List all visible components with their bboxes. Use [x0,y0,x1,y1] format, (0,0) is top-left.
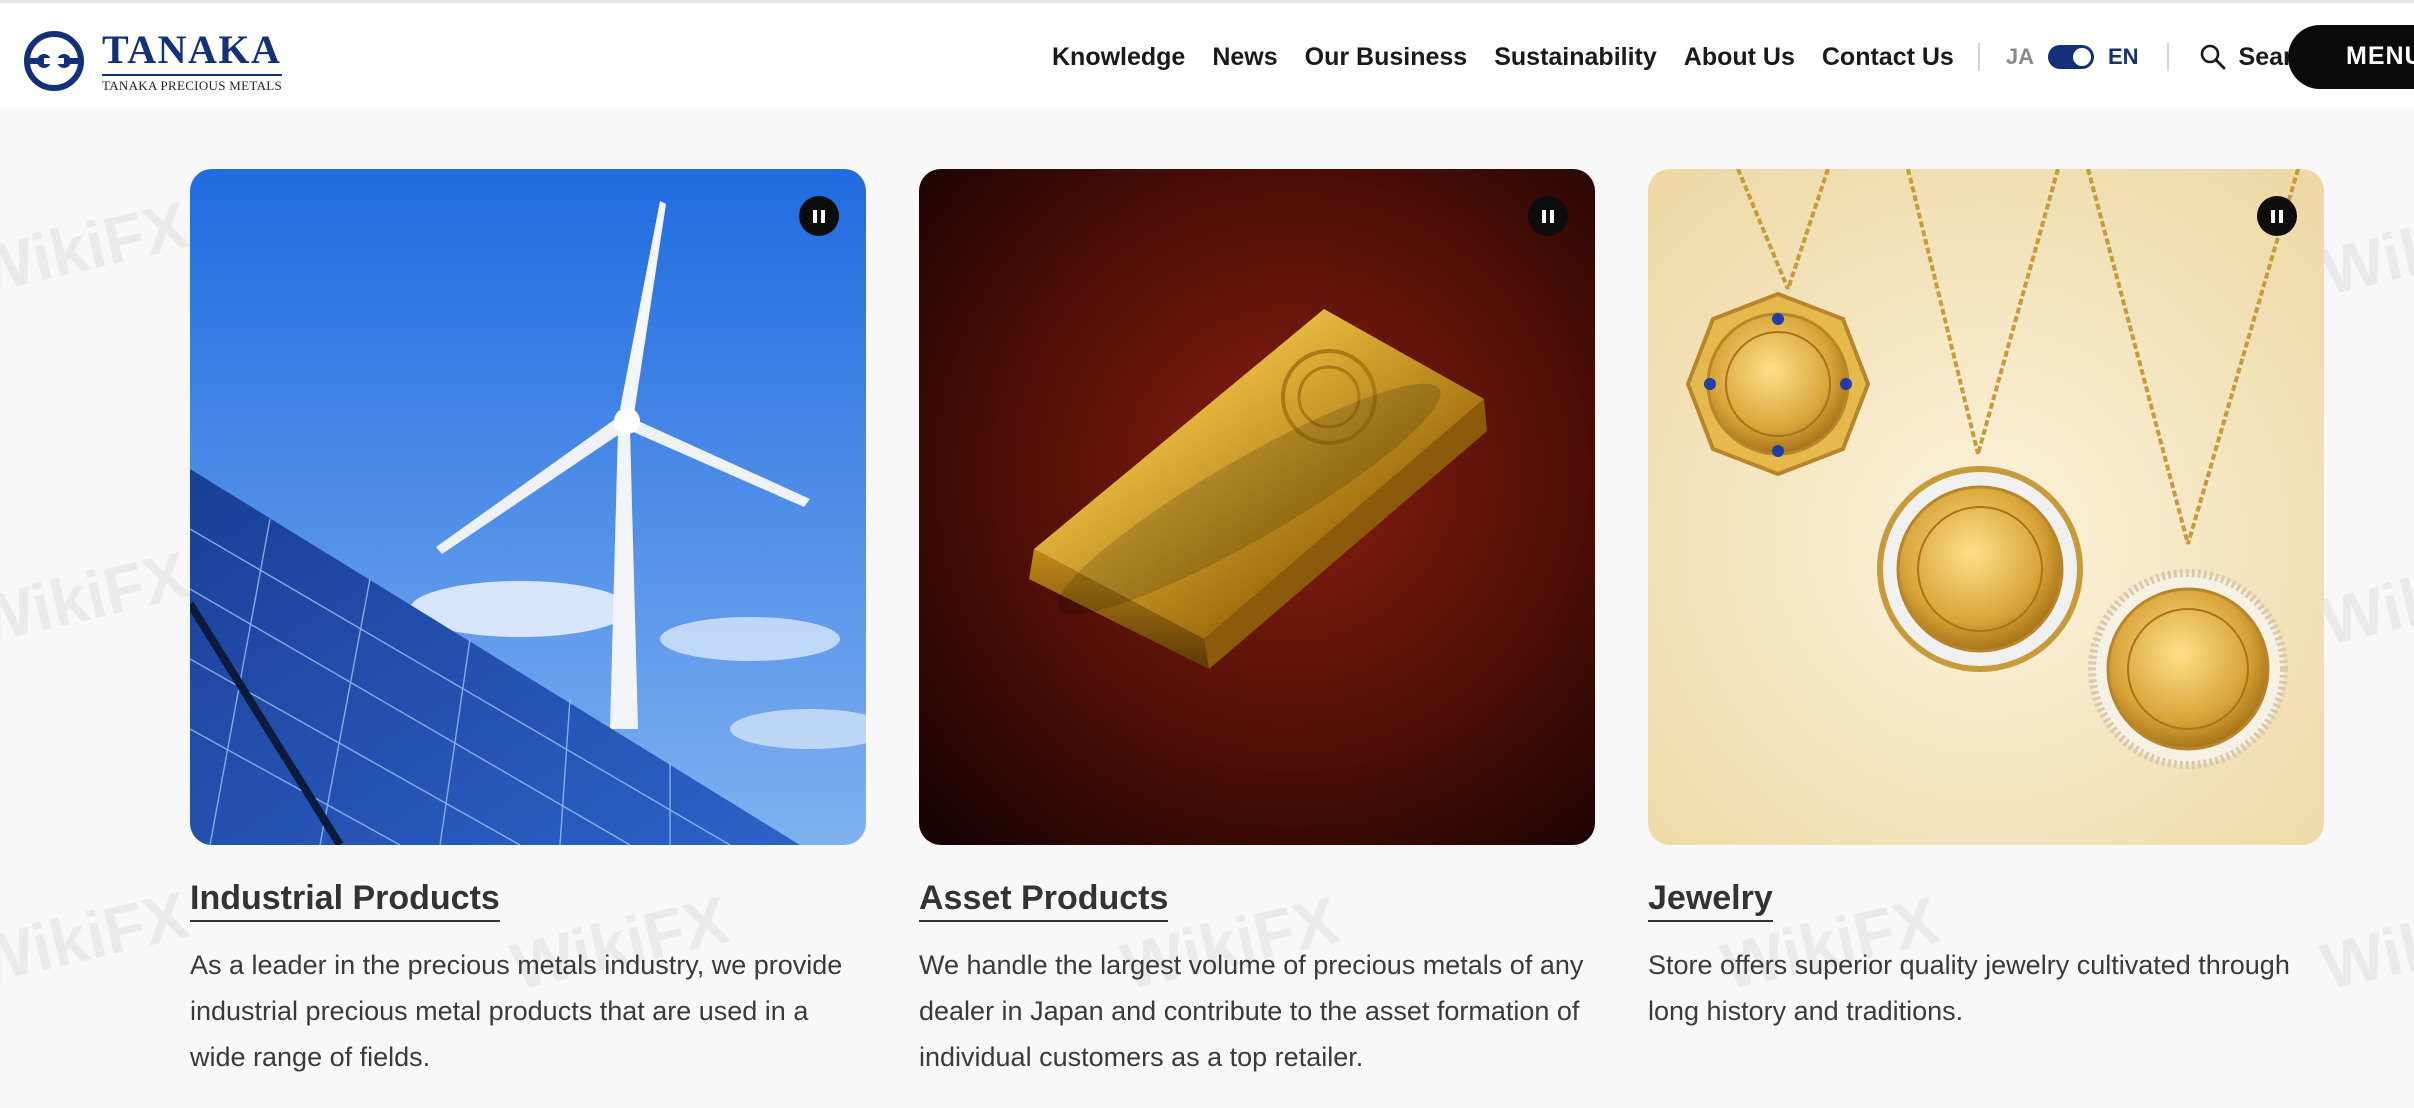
nav-item-news[interactable]: News [1212,43,1277,72]
nav-divider [1977,43,1980,71]
jewelry-image[interactable] [1648,169,2324,845]
pause-button[interactable] [799,196,839,236]
wind-turbine-solar-panels-image [190,169,866,845]
card-title[interactable]: Jewelry [1648,879,1773,922]
gold-bar-image [919,169,1595,845]
nav-item-contact-us[interactable]: Contact Us [1822,43,1954,72]
lang-en-label[interactable]: EN [2108,44,2139,70]
language-switch[interactable]: JA EN [2006,44,2139,70]
nav-item-about-us[interactable]: About Us [1684,43,1795,72]
language-toggle[interactable] [2047,45,2094,69]
brand-name: TANAKA [102,26,282,72]
gold-coin-pendants-image [1648,169,2324,845]
pause-icon [2271,209,2275,223]
pause-icon [813,209,817,223]
main-nav: Knowledge News Our Business Sustainabili… [1052,37,2322,77]
tanaka-logo-icon [24,31,84,91]
asset-products-image[interactable] [919,169,1595,845]
watermark: WikiFX [0,537,195,659]
card-description: We handle the largest volume of precious… [919,950,1584,1072]
industrial-products-image[interactable] [190,169,866,845]
search-icon [2200,44,2225,70]
card-description: Store offers superior quality jewelry cu… [1648,950,2290,1026]
watermark: WikiFX [2314,187,2414,309]
tanaka-logo[interactable]: TANAKA TANAKA PRECIOUS METALS [22,26,283,93]
menu-button[interactable]: MENU [2288,25,2414,89]
card-jewelry: Jewelry Store offers superior quality je… [1648,169,2324,1034]
nav-item-sustainability[interactable]: Sustainability [1494,43,1657,72]
watermark: WikiFX [0,877,195,999]
card-title[interactable]: Asset Products [919,879,1169,922]
card-title[interactable]: Industrial Products [190,879,500,922]
nav-item-our-business[interactable]: Our Business [1305,43,1468,72]
card-asset-products: Asset Products We handle the largest vol… [919,169,1595,1080]
nav-divider [2166,43,2169,71]
site-header: TANAKA TANAKA PRECIOUS METALS Knowledge … [0,0,2414,108]
brand-subtitle: TANAKA PRECIOUS METALS [102,77,283,93]
nav-item-knowledge[interactable]: Knowledge [1052,43,1185,72]
lang-ja-label[interactable]: JA [2006,44,2034,70]
pause-icon [1542,209,1546,223]
card-description: As a leader in the precious metals indus… [190,950,843,1072]
pause-button[interactable] [1528,196,1568,236]
watermark: WikiFX [0,187,195,309]
watermark: WikiFX [2314,537,2414,659]
watermark: WikiFX [2314,882,2414,1004]
pause-button[interactable] [2257,196,2297,236]
card-industrial-products: Industrial Products As a leader in the p… [190,169,866,1080]
